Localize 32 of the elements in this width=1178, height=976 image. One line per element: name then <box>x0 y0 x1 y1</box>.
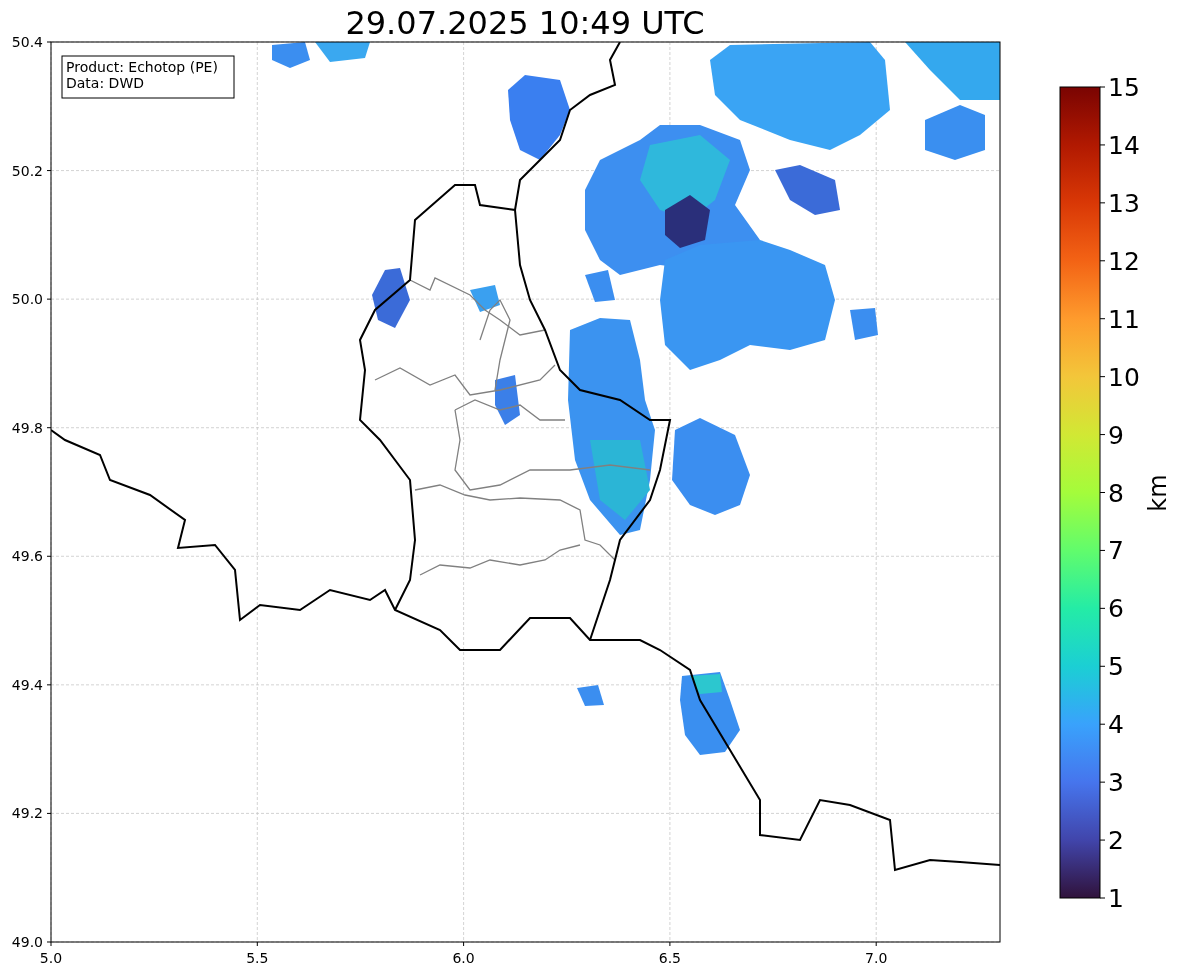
info-text: Product: Echotop (PE) <box>66 59 218 75</box>
x-tick-label: 6.0 <box>452 950 475 966</box>
colorbar-tick-label: 15 <box>1108 73 1140 102</box>
map-title: 29.07.2025 10:49 UTC <box>345 4 705 42</box>
y-tick-label: 49.0 <box>11 934 43 950</box>
colorbar-tick-label: 4 <box>1108 710 1124 740</box>
x-tick-label: 5.0 <box>39 950 63 966</box>
x-tick-label: 7.0 <box>865 950 888 966</box>
colorbar-unit-label: km <box>1144 474 1172 512</box>
y-tick-label: 50.2 <box>11 162 43 179</box>
colorbar-tick-label: 10 <box>1108 362 1140 392</box>
colorbar-tick-label: 2 <box>1108 826 1124 856</box>
colorbar-tick-label: 6 <box>1108 594 1124 624</box>
y-tick-label: 50.0 <box>11 291 43 308</box>
y-tick-label: 49.8 <box>11 419 43 436</box>
x-tick-label: 6.5 <box>658 950 682 966</box>
colorbar-tick-label: 5 <box>1108 652 1124 682</box>
colorbar-tick-label: 7 <box>1108 536 1124 566</box>
colorbar-tick-label: 8 <box>1108 478 1124 508</box>
x-tick-label: 5.5 <box>246 950 269 966</box>
info-text: Data: DWD <box>66 75 144 91</box>
y-tick-label: 49.6 <box>11 548 43 565</box>
colorbar-tick-label: 12 <box>1108 246 1140 276</box>
colorbar-tick-label: 9 <box>1108 420 1124 450</box>
colorbar-tick-label: 1 <box>1108 884 1124 913</box>
y-tick-label: 49.2 <box>11 805 43 822</box>
y-tick-label: 49.4 <box>11 676 43 693</box>
y-tick-label: 50.4 <box>11 34 43 50</box>
colorbar-tick-label: 14 <box>1108 130 1140 160</box>
colorbar-tick-label: 11 <box>1108 304 1140 334</box>
colorbar-tick-label: 13 <box>1108 188 1140 218</box>
colorbar-tick-label: 3 <box>1108 768 1124 798</box>
